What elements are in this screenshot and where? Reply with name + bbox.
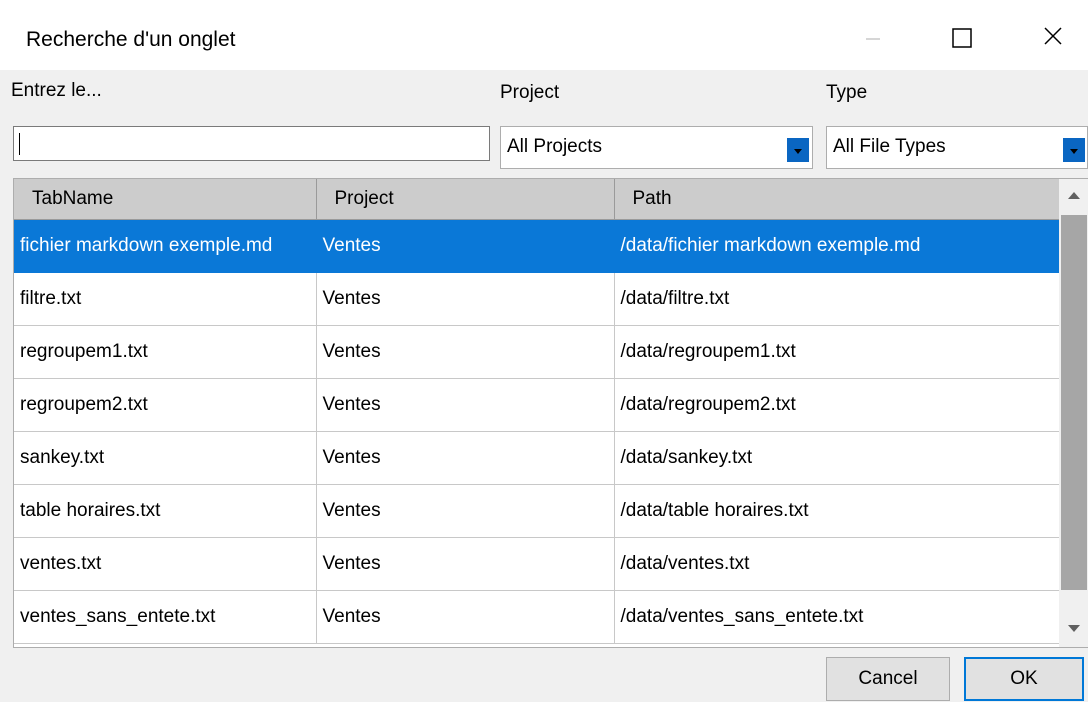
chevron-down-icon[interactable] bbox=[1063, 138, 1085, 162]
cancel-button[interactable]: Cancel bbox=[826, 657, 950, 701]
cell-project: Ventes bbox=[316, 484, 615, 538]
table-row[interactable]: table horaires.txt Ventes /data/table ho… bbox=[14, 484, 1060, 538]
table-row[interactable]: sankey.txt Ventes /data/sankey.txt bbox=[14, 431, 1060, 485]
cell-path: /data/fichier markdown exemple.md bbox=[614, 219, 1060, 273]
project-select-value: All Projects bbox=[507, 136, 603, 157]
table-header-row: TabName Project Path bbox=[14, 179, 1060, 220]
cell-tabname: ventes_sans_entete.txt bbox=[14, 590, 317, 644]
cell-tabname: table horaires.txt bbox=[14, 484, 317, 538]
table-row[interactable]: filtre.txt Ventes /data/filtre.txt bbox=[14, 272, 1060, 326]
scrollbar-thumb[interactable] bbox=[1061, 215, 1087, 590]
search-tab-dialog: Recherche d'un onglet Entrez le... Proje… bbox=[0, 0, 1088, 702]
cell-path: /data/table horaires.txt bbox=[614, 484, 1060, 538]
cell-tabname: regroupem2.txt bbox=[14, 378, 317, 432]
cell-tabname: filtre.txt bbox=[14, 272, 317, 326]
cell-project: Ventes bbox=[316, 590, 615, 644]
cell-path: /data/ventes_sans_entete.txt bbox=[614, 590, 1060, 644]
search-label: Entrez le... bbox=[11, 80, 102, 101]
cell-path: /data/regroupem2.txt bbox=[614, 378, 1060, 432]
project-label: Project bbox=[500, 82, 560, 103]
maximize-icon[interactable] bbox=[940, 14, 986, 60]
cell-project: Ventes bbox=[316, 219, 615, 273]
cell-tabname: sankey.txt bbox=[14, 431, 317, 485]
window-title: Recherche d'un onglet bbox=[26, 28, 236, 51]
cell-path: /data/ventes.txt bbox=[614, 537, 1060, 591]
scroll-up-icon[interactable] bbox=[1059, 179, 1088, 213]
cell-tabname: ventes.txt bbox=[14, 537, 317, 591]
table-row[interactable]: ventes.txt Ventes /data/ventes.txt bbox=[14, 537, 1060, 591]
text-caret bbox=[19, 133, 20, 155]
scroll-down-icon[interactable] bbox=[1059, 611, 1088, 645]
type-select-value: All File Types bbox=[833, 136, 946, 157]
search-input[interactable] bbox=[13, 126, 490, 161]
cell-project: Ventes bbox=[316, 378, 615, 432]
type-label: Type bbox=[826, 82, 868, 103]
table-row[interactable]: regroupem2.txt Ventes /data/regroupem2.t… bbox=[14, 378, 1060, 432]
column-header-project[interactable]: Project bbox=[316, 179, 615, 220]
table-row[interactable]: regroupem1.txt Ventes /data/regroupem1.t… bbox=[14, 325, 1060, 379]
type-select[interactable]: All File Types bbox=[826, 126, 1088, 169]
cell-path: /data/filtre.txt bbox=[614, 272, 1060, 326]
cell-project: Ventes bbox=[316, 537, 615, 591]
column-header-path[interactable]: Path bbox=[614, 179, 1060, 220]
column-header-tabname[interactable]: TabName bbox=[14, 179, 317, 220]
table-row[interactable]: fichier markdown exemple.md Ventes /data… bbox=[14, 219, 1060, 273]
cell-tabname: fichier markdown exemple.md bbox=[14, 219, 317, 273]
minimize-icon[interactable] bbox=[850, 14, 896, 60]
tab-grid[interactable]: TabName Project Path fichier markdown ex… bbox=[13, 178, 1088, 648]
chevron-down-icon[interactable] bbox=[787, 138, 809, 162]
cell-path: /data/regroupem1.txt bbox=[614, 325, 1060, 379]
ok-button[interactable]: OK bbox=[964, 657, 1084, 701]
cell-project: Ventes bbox=[316, 272, 615, 326]
cell-project: Ventes bbox=[316, 431, 615, 485]
title-bar: Recherche d'un onglet bbox=[0, 0, 1088, 70]
close-icon[interactable] bbox=[1030, 14, 1076, 60]
cell-tabname: regroupem1.txt bbox=[14, 325, 317, 379]
table-row[interactable]: ventes_sans_entete.txt Ventes /data/vent… bbox=[14, 590, 1060, 644]
cell-path: /data/sankey.txt bbox=[614, 431, 1060, 485]
tab-table: TabName Project Path fichier markdown ex… bbox=[14, 179, 1060, 644]
vertical-scrollbar[interactable] bbox=[1059, 179, 1088, 647]
cell-project: Ventes bbox=[316, 325, 615, 379]
project-select[interactable]: All Projects bbox=[500, 126, 813, 169]
